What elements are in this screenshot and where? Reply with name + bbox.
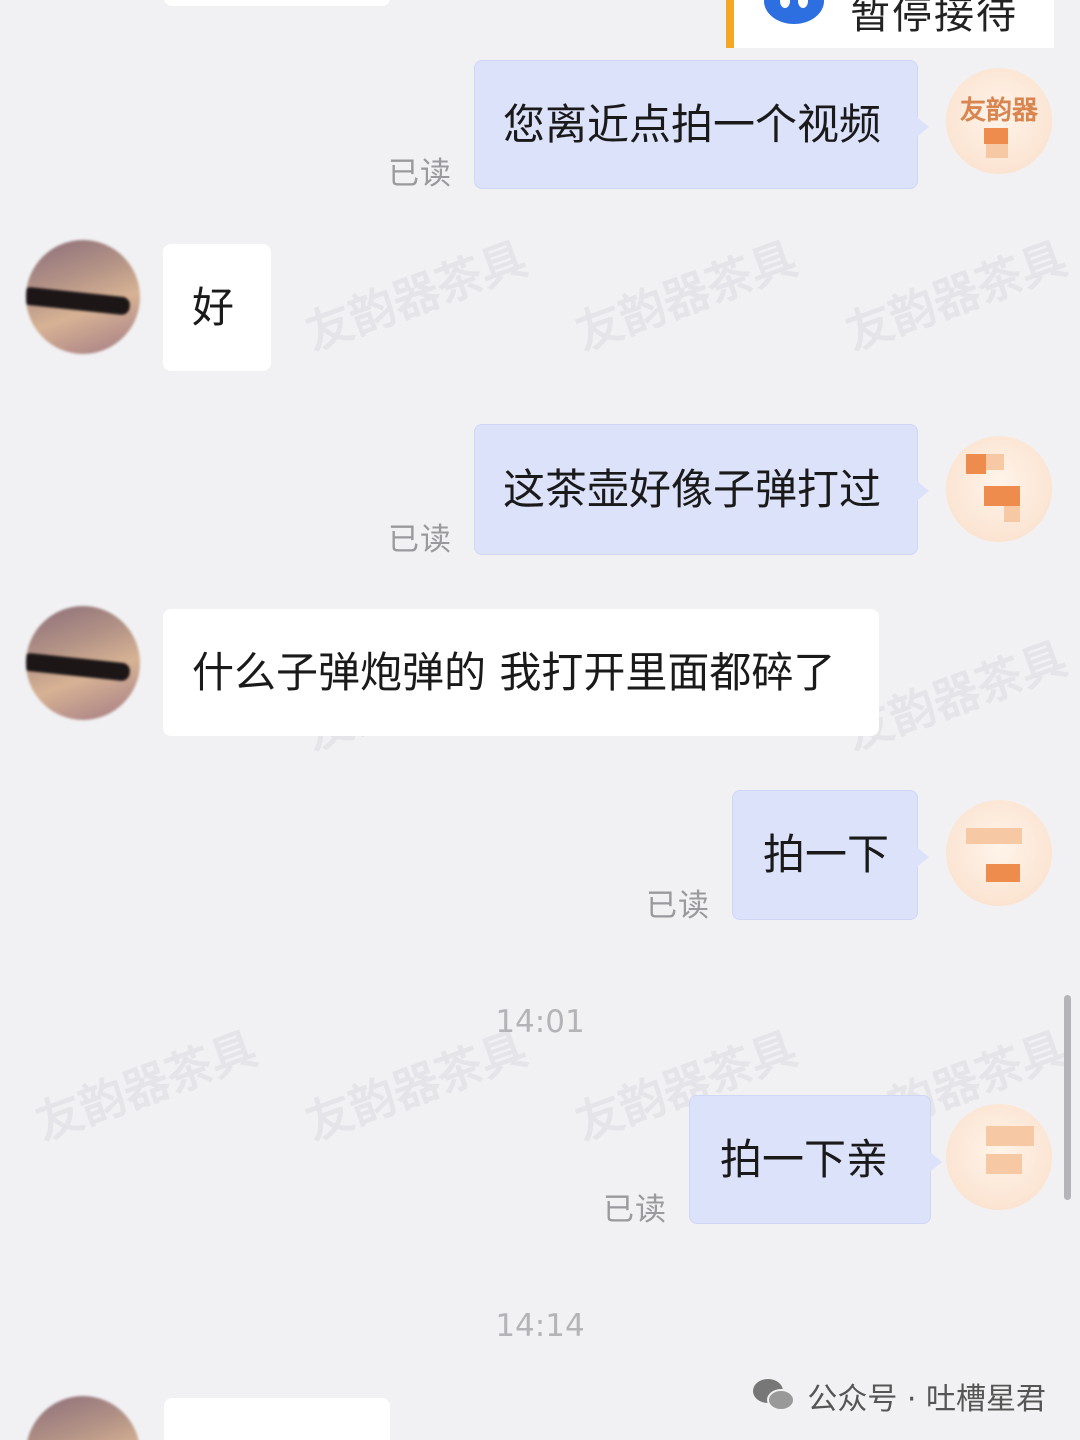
agent-logo-text: 友韵器 [959,96,1038,126]
message-text: 拍一下 [763,830,890,879]
agent-avatar[interactable] [946,800,1052,906]
previous-message-bubble [164,0,390,6]
message-text: 这茶壶好像子弹打过 [503,464,882,514]
customer-message-bubble[interactable]: 好 [163,244,271,371]
agent-avatar[interactable] [946,436,1052,542]
chat-screen: 友韵器茶具 友韵器茶具 友韵器茶具 友韵器茶具 友韵器茶具 友韵器茶具 友韵器茶… [0,0,1080,1440]
agent-message-bubble[interactable]: 拍一下 [732,790,929,920]
agent-message-bubble[interactable]: 这茶壶好像子弹打过 [474,424,929,555]
customer-avatar[interactable] [26,1396,140,1440]
agent-message-bubble[interactable]: 拍一下亲 [689,1095,942,1224]
read-status: 已读 [388,522,452,558]
watermark: 友韵器茶具 [568,231,804,361]
read-status: 已读 [646,888,710,924]
message-text: 好 [192,282,235,332]
message-timestamp: 14:01 [495,1004,585,1040]
message-timestamp: 14:14 [495,1308,585,1344]
message-text: 您离近点拍一个视频 [503,99,882,149]
message-text: 拍一下亲 [720,1134,889,1184]
customer-avatar[interactable] [26,240,140,354]
agent-avatar[interactable] [946,1104,1052,1210]
wechat-icon [753,1379,796,1413]
customer-message-bubble[interactable] [164,1398,390,1440]
account-attribution: 公众号 · 吐槽星君 [753,1374,1046,1418]
watermark: 友韵器茶具 [838,231,1074,361]
reception-status-label: 暂停接待 [850,0,1018,38]
customer-avatar[interactable] [26,606,140,720]
robot-icon [764,0,824,24]
scrollbar[interactable] [1064,995,1071,1200]
message-text: 什么子弹炮弹的 我打开里面都碎了 [192,647,836,697]
watermark: 友韵器茶具 [298,231,534,361]
read-status: 已读 [603,1192,667,1228]
read-status: 已读 [388,156,452,192]
agent-avatar[interactable]: 友韵器 [946,68,1052,174]
reception-status-banner[interactable]: 暂停接待 [726,0,1054,48]
agent-message-bubble[interactable]: 您离近点拍一个视频 [474,60,929,189]
customer-message-bubble[interactable]: 什么子弹炮弹的 我打开里面都碎了 [163,609,879,736]
account-label: 公众号 · 吐槽星君 [807,1382,1046,1417]
